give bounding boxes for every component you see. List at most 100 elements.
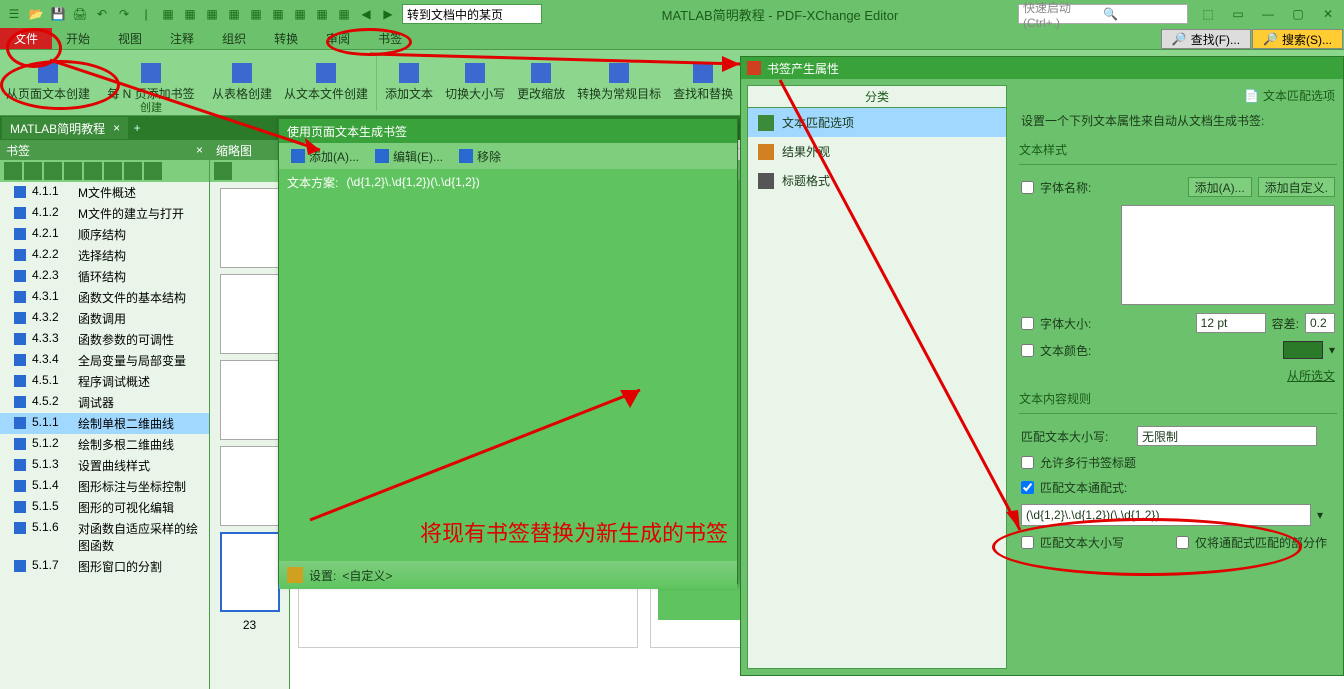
bookmark-item[interactable]: 5.1.2绘制多根二维曲线 [0,434,209,455]
minimize-icon[interactable]: — [1256,4,1280,24]
search-button[interactable]: 🔎搜索(S)... [1252,29,1343,49]
bookmark-item[interactable]: 4.3.3函数参数的可调性 [0,329,209,350]
nav-page-combo[interactable]: 转到文档中的某页 [402,4,542,24]
tb-icon[interactable] [214,162,232,180]
bookmarks-list[interactable]: 4.1.1M文件概述4.1.2M文件的建立与打开4.2.1顺序结构4.2.2选择… [0,182,209,689]
cat-title-format[interactable]: 标题格式 [748,166,1006,195]
rb-from-table[interactable]: 从表格创建 [206,50,278,115]
tool-icon[interactable]: ▦ [158,4,178,24]
tool-icon[interactable]: ▦ [246,4,266,24]
rb-every-n[interactable]: 每 N 页添加书签创建 [96,50,206,115]
font-size-field[interactable]: 12 pt [1196,313,1266,333]
rb-from-text-file[interactable]: 从文本文件创建 [278,50,374,115]
bookmark-item[interactable]: 4.3.1函数文件的基本结构 [0,287,209,308]
tab-bookmarks[interactable]: 书签 [364,28,416,49]
bookmark-item[interactable]: 5.1.6对函数自适应采样的绘图函数 [0,518,209,556]
thumbnail[interactable] [220,360,280,440]
doc-tab[interactable]: MATLAB简明教程 × [2,117,128,139]
tool-icon[interactable]: ▦ [180,4,200,24]
tab-file[interactable]: 文件 [0,28,52,49]
add-button[interactable]: 添加(A)... [285,146,365,167]
bookmark-item[interactable]: 4.5.1程序调试概述 [0,371,209,392]
tool-icon[interactable]: ▦ [290,4,310,24]
tolerance-field[interactable]: 0.2 [1305,313,1335,333]
tab-start[interactable]: 开始 [52,28,104,49]
thumbnail-selected[interactable] [220,532,280,612]
rb-named-dest[interactable]: 转换为常规目标 [571,50,667,115]
regex-input[interactable]: (\d{1,2}\.\d{1,2})(\.\d{1,2}) [1021,504,1311,526]
thumbnail[interactable] [220,188,280,268]
nav-fwd-icon[interactable]: ▶ [378,4,398,24]
menu-icon[interactable]: ☰ [4,4,24,24]
close-icon[interactable]: ✕ [1316,4,1340,24]
rb-find-replace[interactable]: 查找和替换 [667,50,739,115]
undo-icon[interactable]: ↶ [92,4,112,24]
print-icon[interactable]: 🖨 [70,4,90,24]
tb-icon[interactable] [84,162,102,180]
close-icon[interactable]: × [113,121,120,135]
chevron-down-icon[interactable]: ▾ [1329,343,1335,357]
checkbox[interactable] [1176,536,1189,549]
settings-combo[interactable]: <自定义> [342,567,392,584]
add-custom-button[interactable]: 添加自定义. [1258,177,1335,197]
bookmark-item[interactable]: 4.1.2M文件的建立与打开 [0,203,209,224]
bookmark-item[interactable]: 5.1.5图形的可视化编辑 [0,497,209,518]
bookmark-item[interactable]: 4.3.2函数调用 [0,308,209,329]
edit-button[interactable]: 编辑(E)... [369,146,449,167]
close-icon[interactable]: × [196,143,203,157]
checkbox[interactable] [1021,344,1034,357]
redo-icon[interactable]: ↷ [114,4,134,24]
tab-convert[interactable]: 转换 [260,28,312,49]
remove-button[interactable]: 移除 [453,146,507,167]
gear-icon[interactable] [287,567,303,583]
tb-icon[interactable] [44,162,62,180]
bookmark-item[interactable]: 4.2.1顺序结构 [0,224,209,245]
rb-toggle-case[interactable]: 切换大小写 [439,50,511,115]
add-font-button[interactable]: 添加(A)... [1188,177,1252,197]
rb-add-text[interactable]: 添加文本 [379,50,439,115]
bookmark-item[interactable]: 5.1.3设置曲线样式 [0,455,209,476]
tool-icon[interactable]: ▦ [202,4,222,24]
find-button[interactable]: 🔎查找(F)... [1161,29,1251,49]
cat-text-match[interactable]: 文本匹配选项 [748,108,1006,137]
bookmark-item[interactable]: 4.2.3循环结构 [0,266,209,287]
tool-icon[interactable]: ▦ [224,4,244,24]
maximize-icon[interactable]: ▢ [1286,4,1310,24]
rb-change-zoom[interactable]: 更改缩放 [511,50,571,115]
bookmark-item[interactable]: 4.3.4全局变量与局部变量 [0,350,209,371]
bookmark-item[interactable]: 5.1.7图形窗口的分割 [0,556,209,577]
checkbox[interactable] [1021,317,1034,330]
tool-icon[interactable]: ▦ [312,4,332,24]
thumbnail[interactable] [220,446,280,526]
tb-icon[interactable] [144,162,162,180]
quick-launch-input[interactable]: 快速启动 (Ctrl+.) 🔍 [1018,4,1188,24]
match-case-combo[interactable]: 无限制 [1137,426,1317,446]
bookmark-item[interactable]: 5.1.4图形标注与坐标控制 [0,476,209,497]
save-icon[interactable]: 💾 [48,4,68,24]
tb-icon[interactable] [24,162,42,180]
tb-icon[interactable] [104,162,122,180]
nav-back-icon[interactable]: ◀ [356,4,376,24]
tool-icon[interactable]: ▦ [268,4,288,24]
rb-from-page-text[interactable]: 从页面文本创建 [0,50,96,115]
tb-icon[interactable] [64,162,82,180]
tab-view[interactable]: 视图 [104,28,156,49]
bookmark-item[interactable]: 4.1.1M文件概述 [0,182,209,203]
ui-options-icon[interactable]: ⬚ [1196,4,1220,24]
from-selected-link[interactable]: 从所选文 [1287,367,1335,384]
ui-options-icon[interactable]: ▭ [1226,4,1250,24]
cat-appearance[interactable]: 结果外观 [748,137,1006,166]
color-swatch[interactable] [1283,341,1323,359]
checkbox[interactable] [1021,481,1034,494]
bookmark-item[interactable]: 5.1.1绘制单根二维曲线 [0,413,209,434]
tab-organize[interactable]: 组织 [208,28,260,49]
tool-icon[interactable]: ▦ [334,4,354,24]
tab-comment[interactable]: 注释 [156,28,208,49]
chevron-down-icon[interactable]: ▾ [1317,508,1323,522]
checkbox[interactable] [1021,536,1034,549]
tb-icon[interactable] [124,162,142,180]
tab-review[interactable]: 审阅 [312,28,364,49]
add-tab-icon[interactable]: + [128,121,146,135]
bookmark-item[interactable]: 4.5.2调试器 [0,392,209,413]
thumbnail[interactable] [220,274,280,354]
